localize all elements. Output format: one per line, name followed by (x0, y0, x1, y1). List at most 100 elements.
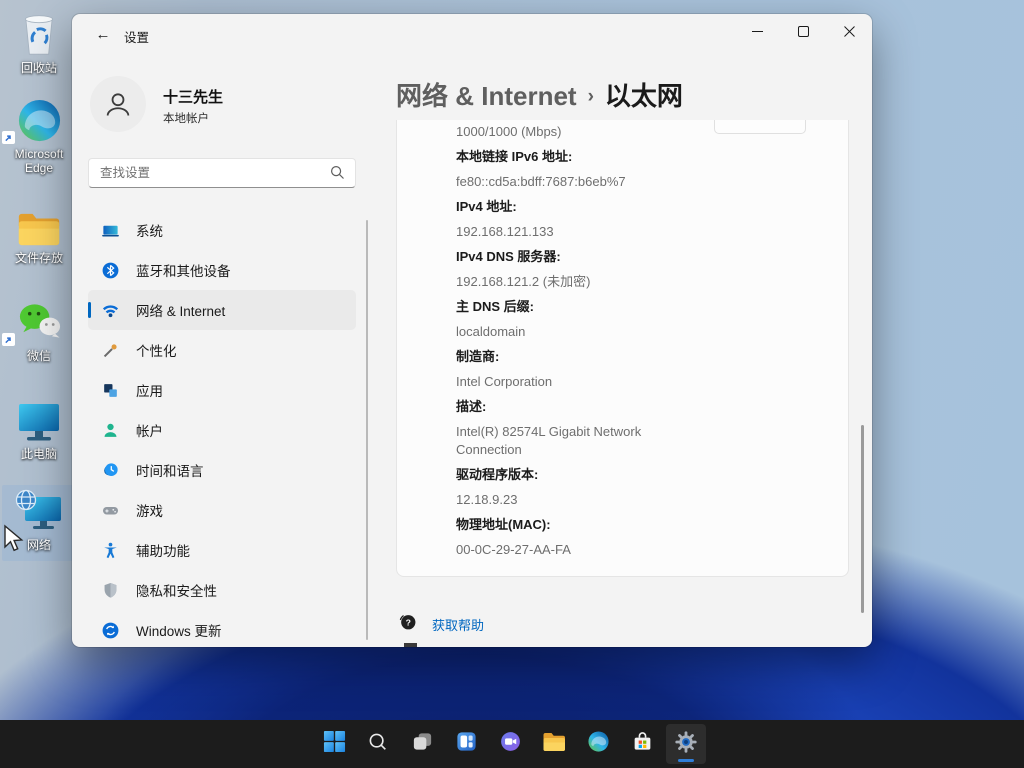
sidebar-item-privacy-security[interactable]: 隐私和安全性 (88, 570, 356, 610)
settings-window: ← 设置 十三先生 本地帐户 (72, 14, 872, 647)
detail-value: 00-0C-29-27-AA-FA (456, 541, 672, 559)
desktop-icon-this-pc[interactable]: 此电脑 (2, 394, 76, 461)
task-view-icon (411, 730, 434, 758)
breadcrumb: 网络 & Internet › 以太网 (396, 76, 683, 113)
this-pc-icon (2, 394, 76, 444)
selection-accent-bar (88, 302, 91, 318)
page-title: 以太网 (605, 81, 683, 111)
store-icon (631, 730, 654, 758)
detail-label: 本地链接 IPv6 地址: (456, 148, 826, 166)
detail-label: IPv4 DNS 服务器: (456, 248, 826, 266)
svg-text:?: ? (406, 617, 411, 627)
detail-label: 驱动程序版本: (456, 466, 826, 484)
detail-value: 1000/1000 (Mbps) (456, 123, 672, 141)
help-icon: ? (398, 612, 417, 636)
mouse-cursor (2, 524, 26, 559)
detail-label: 物理地址(MAC): (456, 516, 826, 534)
desktop-icon-label: 回收站 (2, 61, 76, 75)
accounts-icon (101, 421, 120, 440)
detail-value: 12.18.9.23 (456, 491, 672, 509)
desktop-icon-folder[interactable]: 文件存放 (2, 198, 76, 265)
close-button[interactable] (826, 14, 872, 48)
desktop-icon-edge[interactable]: Microsoft Edge (2, 94, 76, 175)
apps-icon (101, 381, 120, 400)
detail-label: IPv4 地址: (456, 198, 826, 216)
sidebar-item-network-internet[interactable]: 网络 & Internet (88, 290, 356, 330)
breadcrumb-separator-icon: › (588, 86, 594, 107)
edge-icon (587, 730, 610, 758)
user-name: 十三先生 (163, 86, 223, 107)
sidebar-nav: 系统 蓝牙和其他设备 (88, 210, 356, 647)
content-scrollbar[interactable] (861, 425, 864, 613)
maximize-button[interactable] (780, 14, 826, 48)
desktop-icon-label: 此电脑 (2, 447, 76, 461)
taskbar-search-button[interactable] (358, 724, 398, 764)
desktop-icon-label: Microsoft Edge (2, 147, 76, 175)
system-icon (101, 221, 120, 240)
sidebar-item-time-language[interactable]: 时间和语言 (88, 450, 356, 490)
bluetooth-icon (101, 261, 120, 280)
detail-value: localdomain (456, 323, 672, 341)
wechat-icon (2, 296, 76, 346)
sidebar-item-windows-update[interactable]: Windows 更新 (88, 610, 356, 647)
recycle-bin-icon (2, 8, 76, 58)
widgets-button[interactable] (446, 724, 486, 764)
privacy-shield-icon (101, 581, 120, 600)
get-help-link[interactable]: ? 获取帮助 (398, 612, 484, 636)
detail-value: Intel Corporation (456, 373, 672, 391)
account-type: 本地帐户 (163, 110, 209, 126)
sidebar-item-apps[interactable]: 应用 (88, 370, 356, 410)
personalization-icon (101, 341, 120, 360)
avatar[interactable] (90, 76, 146, 132)
start-button[interactable] (314, 724, 354, 764)
wifi-icon (101, 301, 120, 320)
file-explorer-button[interactable] (534, 724, 574, 764)
chat-icon (499, 730, 522, 758)
windows-update-icon (101, 621, 120, 640)
search-icon (367, 731, 389, 758)
detail-label: 描述: (456, 398, 826, 416)
back-button[interactable]: ← (88, 22, 118, 46)
edge-button[interactable] (578, 724, 618, 764)
detail-label: 制造商: (456, 348, 826, 366)
task-view-button[interactable] (402, 724, 442, 764)
shortcut-arrow-icon (2, 333, 15, 346)
desktop-icon-label: 微信 (2, 349, 76, 363)
store-button[interactable] (622, 724, 662, 764)
gaming-icon (101, 501, 120, 520)
sidebar-scrollbar[interactable] (366, 220, 368, 640)
search-input[interactable] (88, 158, 356, 188)
active-app-indicator (678, 759, 694, 762)
settings-app-button[interactable] (666, 724, 706, 764)
sidebar-item-personalization[interactable]: 个性化 (88, 330, 356, 370)
chat-button[interactable] (490, 724, 530, 764)
sidebar-item-accounts[interactable]: 帐户 (88, 410, 356, 450)
sidebar-item-bluetooth[interactable]: 蓝牙和其他设备 (88, 250, 356, 290)
desktop: 回收站 Microsoft Edge (0, 0, 1024, 768)
shortcut-arrow-icon (2, 131, 15, 144)
minimize-button[interactable] (734, 14, 780, 48)
folder-icon (2, 198, 76, 248)
network-properties-card: 1000/1000 (Mbps) 本地链接 IPv6 地址: fe80::cd5… (396, 120, 849, 577)
edge-icon (2, 94, 76, 144)
sidebar-item-accessibility[interactable]: 辅助功能 (88, 530, 356, 570)
start-icon (323, 730, 346, 758)
window-title: 设置 (124, 27, 149, 46)
content-scroll-area: 1000/1000 (Mbps) 本地链接 IPv6 地址: fe80::cd5… (372, 120, 850, 647)
feedback-icon-partial (404, 643, 417, 647)
detail-value: fe80::cd5a:bdff:7687:b6eb%7 (456, 173, 672, 191)
breadcrumb-parent[interactable]: 网络 & Internet (396, 81, 577, 111)
settings-gear-icon (673, 729, 699, 760)
desktop-icon-recycle-bin[interactable]: 回收站 (2, 8, 76, 75)
file-explorer-icon (542, 731, 566, 758)
time-language-icon (101, 461, 120, 480)
widgets-icon (455, 730, 478, 758)
search-icon (330, 165, 345, 185)
desktop-icon-label: 文件存放 (2, 251, 76, 265)
detail-label: 主 DNS 后缀: (456, 298, 826, 316)
accessibility-icon (101, 541, 120, 560)
desktop-icon-wechat[interactable]: 微信 (2, 296, 76, 363)
sidebar-item-gaming[interactable]: 游戏 (88, 490, 356, 530)
detail-value: Intel(R) 82574L Gigabit Network Connecti… (456, 423, 672, 459)
sidebar-item-system[interactable]: 系统 (88, 210, 356, 250)
